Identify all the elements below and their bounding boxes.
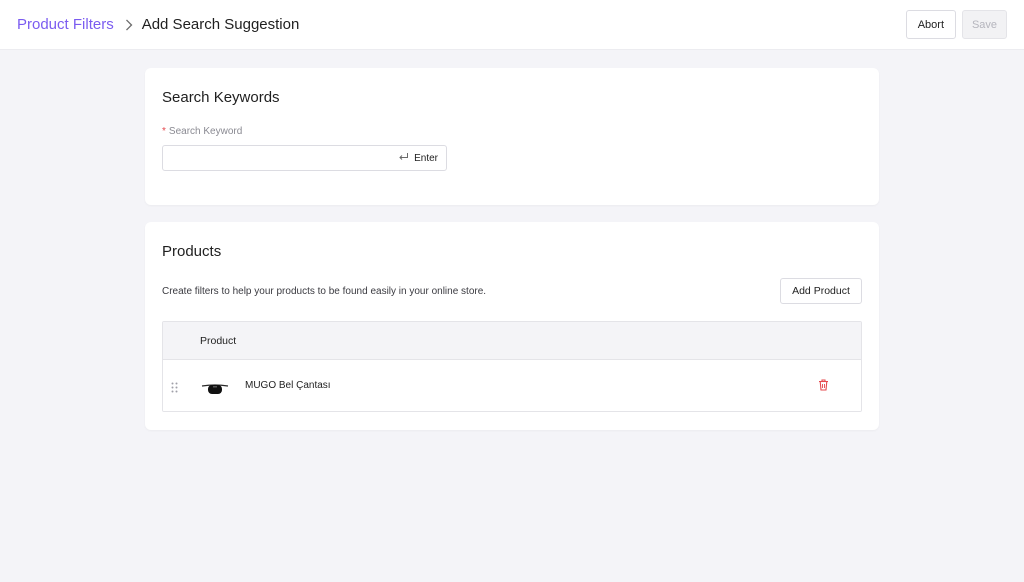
return-arrow-icon (398, 152, 409, 165)
column-header-product: Product (200, 334, 237, 347)
abort-button[interactable]: Abort (905, 10, 956, 39)
drag-handle-icon[interactable] (171, 380, 178, 398)
search-keyword-label-text: Search Keyword (168, 126, 243, 137)
top-bar: Product Filters Add Search Suggestion Ab… (0, 0, 1024, 50)
table-header: Product (163, 322, 861, 360)
product-name: MUGO Bel Çantası (245, 380, 331, 391)
products-table: Product MUGO Bel Çantası (162, 321, 862, 412)
trash-icon[interactable] (818, 378, 829, 396)
products-title: Products (162, 243, 222, 260)
required-mark: * (162, 126, 166, 137)
header-actions: Abort Save (905, 10, 1007, 39)
page-title: Add Search Suggestion (141, 16, 300, 33)
add-product-button[interactable]: Add Product (780, 278, 862, 304)
products-card: Products Create filters to help your pro… (145, 222, 879, 430)
search-keyword-input[interactable] (163, 146, 399, 170)
search-keyword-label: * Search Keyword (162, 126, 242, 137)
products-description: Create filters to help your products to … (162, 286, 487, 297)
search-keywords-title: Search Keywords (162, 89, 280, 106)
chevron-right-icon (125, 19, 133, 31)
enter-hint-label: Enter (414, 152, 438, 164)
table-row: MUGO Bel Çantası (163, 360, 861, 411)
save-button[interactable]: Save (962, 10, 1007, 39)
breadcrumb-parent-link[interactable]: Product Filters (17, 16, 114, 33)
bag-thumbnail-icon (201, 380, 229, 401)
enter-hint: Enter (398, 152, 446, 165)
search-keywords-card: Search Keywords * Search Keyword Enter (145, 68, 879, 205)
search-keyword-field: Enter (162, 145, 447, 171)
